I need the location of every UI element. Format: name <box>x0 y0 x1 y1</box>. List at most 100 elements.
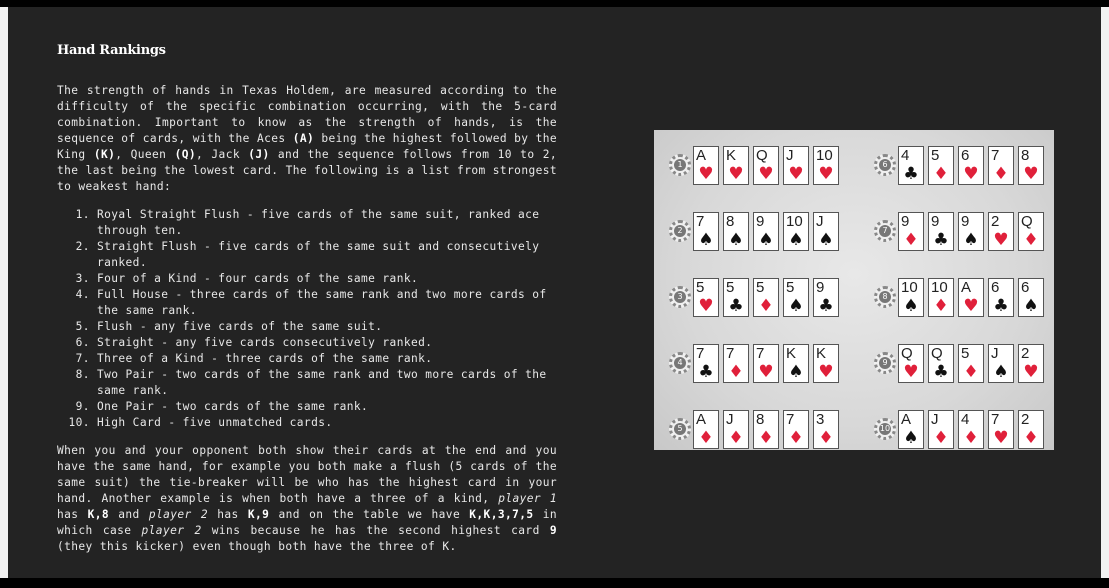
spades-suit-icon: ♠ <box>788 296 804 316</box>
list-item: Straight - any five cards consecutively … <box>97 335 557 351</box>
hearts-suit-icon: ♥ <box>993 428 1009 448</box>
playing-card: 2 ♥ <box>988 212 1014 251</box>
card-rank: 6 <box>1021 279 1030 296</box>
spades-suit-icon: ♠ <box>903 428 919 448</box>
card-rank: 4 <box>961 411 970 428</box>
hearts-suit-icon: ♥ <box>758 164 774 184</box>
card-rank: 9 <box>961 213 970 230</box>
bottom-bar <box>0 578 1109 588</box>
card-rank: J <box>991 345 999 362</box>
card-rank: J <box>816 213 824 230</box>
clubs-suit-icon: ♣ <box>933 362 949 382</box>
playing-card: 7 ♣ <box>693 344 719 383</box>
card-rank: 3 <box>816 411 825 428</box>
diamonds-suit-icon: ♦ <box>758 296 774 316</box>
playing-card: 2 ♥ <box>1018 344 1044 383</box>
diamonds-suit-icon: ♦ <box>758 428 774 448</box>
playing-card: 7 ♥ <box>988 410 1014 449</box>
playing-card: 5 ♦ <box>928 146 954 185</box>
hearts-suit-icon: ♥ <box>963 164 979 184</box>
playing-card: 7 ♦ <box>783 410 809 449</box>
clubs-suit-icon: ♣ <box>698 362 714 382</box>
rank-chip-icon: 1 <box>669 154 691 176</box>
card-rank: Q <box>756 147 768 164</box>
spades-suit-icon: ♠ <box>993 362 1009 382</box>
card-rank: J <box>786 147 794 164</box>
hand-rankings-image: 1 A ♥ K ♥ Q ♥ J ♥ 10 ♥ 2 7 ♠ 8 ♠ 9 ♠ 10 ♠ J ♠ 3 5 ♥ 5 ♣ 5 ♦ 5 ♠ 9 ♣ 4 7 ♣ 7 ♦… <box>654 130 1054 450</box>
rank-chip-icon: 3 <box>669 286 691 308</box>
rank-chip-icon: 8 <box>874 286 896 308</box>
playing-card: K ♥ <box>813 344 839 383</box>
playing-card: 9 ♣ <box>928 212 954 251</box>
diamonds-suit-icon: ♦ <box>818 428 834 448</box>
playing-card: 7 ♠ <box>693 212 719 251</box>
card-rank: 2 <box>991 213 1000 230</box>
rank-chip-number: 6 <box>879 159 891 171</box>
hearts-suit-icon: ♥ <box>993 230 1009 250</box>
card-rank: 10 <box>816 147 833 164</box>
card-rank: 9 <box>756 213 765 230</box>
playing-card: 4 ♣ <box>898 146 924 185</box>
spades-suit-icon: ♠ <box>903 296 919 316</box>
card-rank: 2 <box>1021 411 1030 428</box>
playing-card: J ♦ <box>928 410 954 449</box>
playing-card: A ♠ <box>898 410 924 449</box>
playing-card: Q ♦ <box>1018 212 1044 251</box>
spades-suit-icon: ♠ <box>698 230 714 250</box>
playing-card: J ♦ <box>723 410 749 449</box>
card-rank: J <box>726 411 734 428</box>
list-item: High Card - five unmatched cards. <box>97 415 557 431</box>
rank-chip-number: 4 <box>674 357 686 369</box>
diamonds-suit-icon: ♦ <box>698 428 714 448</box>
card-rank: 5 <box>931 147 940 164</box>
card-rank: A <box>696 147 707 164</box>
card-rank: 7 <box>991 147 1000 164</box>
clubs-suit-icon: ♣ <box>903 164 919 184</box>
rank-chip-number: 8 <box>879 291 891 303</box>
rank-chip-number: 9 <box>879 357 891 369</box>
list-item: One Pair - two cards of the same rank. <box>97 399 557 415</box>
playing-card: 5 ♦ <box>958 344 984 383</box>
spades-suit-icon: ♠ <box>788 230 804 250</box>
card-rank: A <box>696 411 707 428</box>
diamonds-suit-icon: ♦ <box>963 428 979 448</box>
clubs-suit-icon: ♣ <box>933 230 949 250</box>
rankings-list: Royal Straight Flush - five cards of the… <box>57 207 557 431</box>
card-rank: 5 <box>961 345 970 362</box>
card-rank: Q <box>1021 213 1033 230</box>
card-rank: 5 <box>696 279 705 296</box>
card-rank: A <box>901 411 912 428</box>
card-rank: 8 <box>726 213 735 230</box>
playing-card: 10 ♠ <box>783 212 809 251</box>
hearts-suit-icon: ♥ <box>758 362 774 382</box>
diamonds-suit-icon: ♦ <box>1023 230 1039 250</box>
card-rank: 10 <box>901 279 918 296</box>
rank-chip-number: 1 <box>674 159 686 171</box>
rank-chip-number: 10 <box>879 423 891 435</box>
card-rank: 10 <box>931 279 948 296</box>
playing-card: Q ♣ <box>928 344 954 383</box>
card-rank: 9 <box>901 213 910 230</box>
playing-card: 10 ♦ <box>928 278 954 317</box>
diamonds-suit-icon: ♦ <box>728 362 744 382</box>
card-rank: 6 <box>961 147 970 164</box>
card-rank: 6 <box>991 279 1000 296</box>
playing-card: 7 ♦ <box>988 146 1014 185</box>
playing-card: J ♠ <box>813 212 839 251</box>
hearts-suit-icon: ♥ <box>1023 362 1039 382</box>
playing-card: K ♠ <box>783 344 809 383</box>
rank-chip-icon: 9 <box>874 352 896 374</box>
spades-suit-icon: ♠ <box>728 230 744 250</box>
rank-chip-number: 2 <box>674 225 686 237</box>
playing-card: 9 ♠ <box>958 212 984 251</box>
top-bar <box>0 0 1109 7</box>
list-item: Royal Straight Flush - five cards of the… <box>97 207 557 239</box>
intro-paragraph: The strength of hands in Texas Holdem, a… <box>57 84 557 193</box>
list-item: Four of a Kind - four cards of the same … <box>97 271 557 287</box>
tiebreak-paragraph: When you and your opponent both show the… <box>57 444 557 553</box>
playing-card: 2 ♦ <box>1018 410 1044 449</box>
card-rank: 5 <box>726 279 735 296</box>
card-rank: 9 <box>931 213 940 230</box>
diamonds-suit-icon: ♦ <box>933 296 949 316</box>
card-rank: 4 <box>901 147 910 164</box>
